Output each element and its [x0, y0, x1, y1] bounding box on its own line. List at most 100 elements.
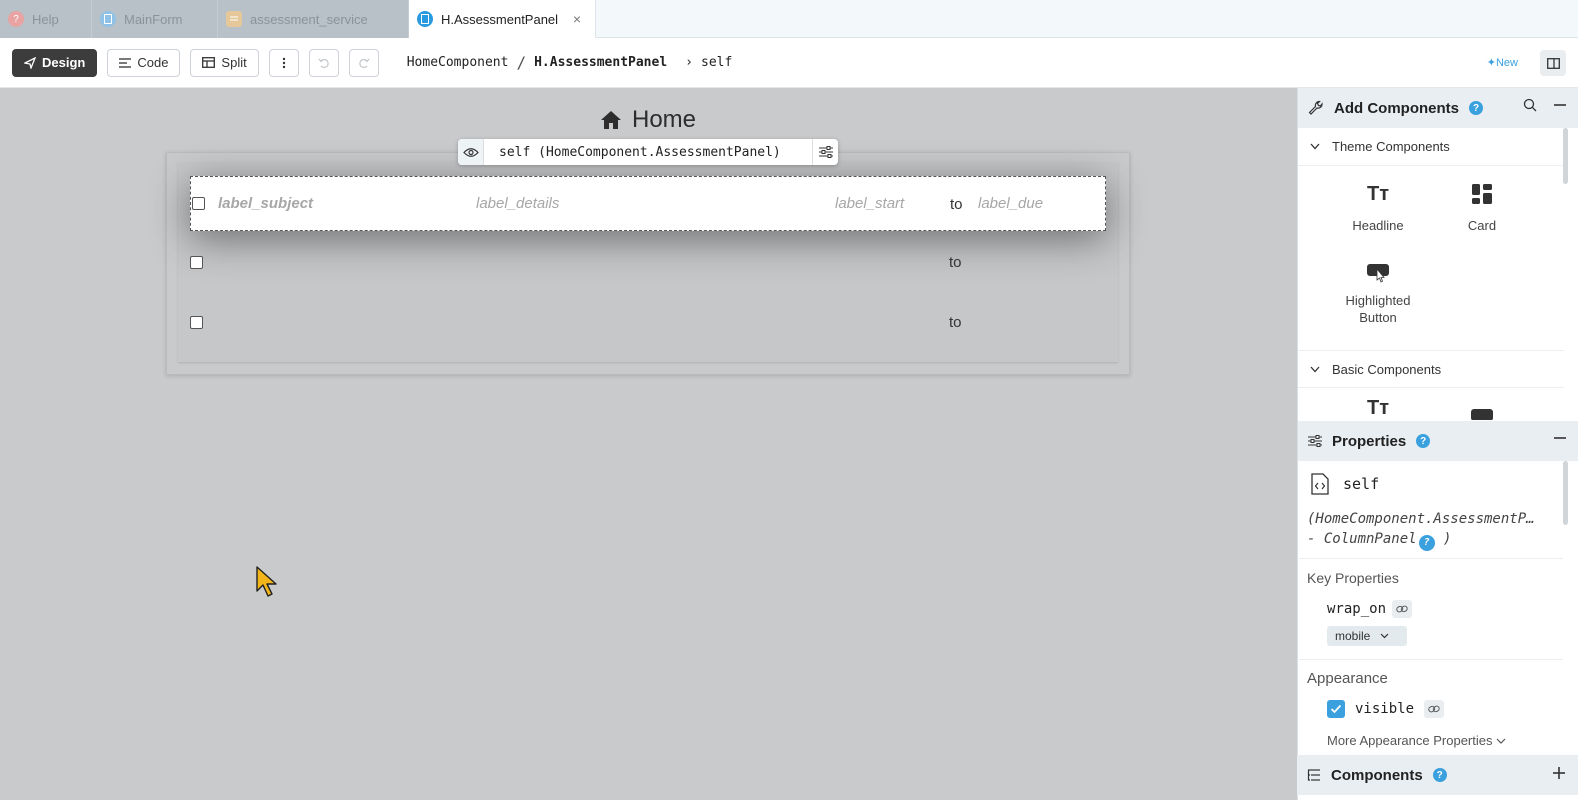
component-type-line2: - ColumnPanel	[1307, 531, 1417, 547]
split-icon	[202, 57, 216, 68]
basic-components-label: Basic Components	[1332, 361, 1442, 377]
help-badge-icon[interactable]: ?	[1432, 768, 1447, 782]
help-icon: ?	[8, 11, 24, 27]
chevron-down-icon	[1497, 738, 1506, 744]
breadcrumb-root[interactable]: HomeComponent	[407, 55, 509, 70]
chevron-down-icon	[1310, 366, 1320, 372]
component-highlighted-button[interactable]: Highlighted Button	[1328, 254, 1428, 326]
wrap-on-dropdown[interactable]: mobile	[1327, 626, 1407, 646]
appearance-label: Appearance	[1307, 670, 1388, 687]
component-text[interactable]: Tт	[1328, 398, 1428, 420]
home-title-text: Home	[632, 106, 697, 133]
form-icon	[100, 11, 116, 27]
search-icon[interactable]	[1523, 98, 1537, 112]
help-badge-icon[interactable]: ?	[1469, 101, 1483, 115]
breadcrumb-self[interactable]: self	[701, 55, 732, 70]
tune-icon[interactable]	[812, 139, 838, 165]
chevron-down-icon	[1380, 633, 1389, 639]
component-headline[interactable]: Tт Headline	[1328, 176, 1428, 234]
tab-label: assessment_service	[250, 11, 368, 27]
repeating-row[interactable]: to	[178, 236, 1118, 290]
sparkle-icon: ✦	[1486, 57, 1496, 69]
wrap-on-value: mobile	[1335, 629, 1371, 643]
eye-icon[interactable]	[458, 139, 484, 165]
code-label: Code	[137, 55, 169, 70]
tab-assessment-panel[interactable]: H.AssessmentPanel ×	[409, 0, 596, 38]
tab-label: H.AssessmentPanel	[441, 11, 559, 27]
minimize-icon[interactable]	[1553, 98, 1567, 112]
tab-assessment-service[interactable]: assessment_service	[218, 0, 409, 38]
more-vert-icon	[282, 57, 285, 68]
button-icon	[1432, 398, 1532, 420]
undo-icon	[318, 58, 329, 68]
checkbox[interactable]	[192, 197, 205, 210]
component-card[interactable]: Card	[1432, 176, 1532, 233]
toggle-panel-button[interactable]	[1540, 50, 1566, 76]
more-appearance-properties-link[interactable]: More Appearance Properties	[1327, 733, 1506, 748]
component-label: Highlighted Button	[1345, 293, 1411, 325]
help-badge-icon[interactable]: ?	[1416, 434, 1431, 448]
visible-label: visible	[1355, 701, 1415, 717]
label-details: label_details	[476, 195, 560, 212]
component-label: Headline	[1352, 218, 1404, 233]
design-button[interactable]: Design	[12, 48, 98, 77]
components-header[interactable]: Components ?	[1297, 755, 1578, 795]
visible-checkbox[interactable]	[1327, 700, 1345, 718]
component-label: Card	[1467, 218, 1497, 233]
tree-icon	[1307, 769, 1320, 781]
more-appearance-label: More Appearance Properties	[1327, 733, 1493, 748]
properties-title: Properties	[1332, 432, 1407, 450]
label-subject: label_subject	[218, 195, 314, 212]
components-title: Components	[1331, 766, 1423, 784]
toolbar: Design Code Split HomeComponent / H.Asse…	[0, 38, 1578, 88]
basic-components-section[interactable]: Basic Components	[1298, 350, 1564, 388]
design-label: Design	[42, 55, 86, 70]
checkbox[interactable]	[190, 256, 203, 269]
tab-bar: ? Help MainForm assessment_service H.Ass…	[0, 0, 1578, 38]
breadcrumb-current[interactable]: H.AssessmentPanel	[534, 55, 667, 70]
mouse-cursor-icon	[256, 566, 278, 603]
add-components-header[interactable]: Add Components ?	[1298, 88, 1578, 128]
component-name[interactable]: self	[1343, 475, 1379, 493]
split-button[interactable]: Split	[190, 48, 259, 77]
chevron-down-icon	[1310, 143, 1320, 150]
undo-button[interactable]	[308, 48, 339, 77]
file-code-icon	[1311, 473, 1329, 495]
new-label: New	[1495, 57, 1518, 69]
properties-header[interactable]: Properties ?	[1298, 421, 1578, 461]
link-icon[interactable]	[1424, 700, 1445, 718]
tab-mainform[interactable]: MainForm	[92, 0, 218, 38]
wrap-on-label: wrap_on	[1327, 601, 1387, 617]
scrollbar[interactable]	[1563, 128, 1568, 184]
help-badge-icon[interactable]: ?	[1418, 535, 1435, 551]
close-icon[interactable]: ×	[573, 11, 581, 27]
component-type: (HomeComponent.AssessmentP… - ColumnPane…	[1307, 509, 1563, 551]
repeating-row[interactable]: to	[178, 296, 1118, 350]
link-icon[interactable]	[1392, 600, 1413, 618]
send-icon	[24, 56, 36, 69]
theme-components-section[interactable]: Theme Components	[1298, 128, 1564, 166]
tab-label: Help	[32, 11, 59, 27]
label-due: label_due	[978, 195, 1044, 212]
plus-icon[interactable]	[1552, 766, 1566, 780]
divider	[1297, 659, 1563, 660]
component-button[interactable]	[1432, 398, 1532, 420]
lines-icon	[119, 57, 132, 68]
tab-help[interactable]: ? Help	[0, 0, 92, 38]
more-button[interactable]	[268, 48, 299, 77]
checkbox[interactable]	[190, 316, 203, 329]
add-components-title: Add Components	[1334, 99, 1459, 117]
repeating-row-selected[interactable]: label_subject label_details label_start …	[190, 176, 1106, 231]
new-link[interactable]: ✦New	[1487, 56, 1518, 69]
breadcrumb: HomeComponent / H.AssessmentPanel › self	[407, 53, 733, 72]
code-button[interactable]: Code	[107, 48, 181, 77]
visible-property: visible	[1327, 700, 1445, 718]
minimize-icon[interactable]	[1553, 431, 1567, 445]
chevron-right-icon: ›	[685, 55, 693, 70]
home-icon	[601, 111, 621, 129]
label-to: to	[949, 254, 962, 271]
scrollbar[interactable]	[1563, 461, 1568, 525]
redo-button[interactable]	[348, 48, 379, 77]
split-label: Split	[221, 55, 247, 70]
component-name-row: self	[1311, 473, 1379, 495]
